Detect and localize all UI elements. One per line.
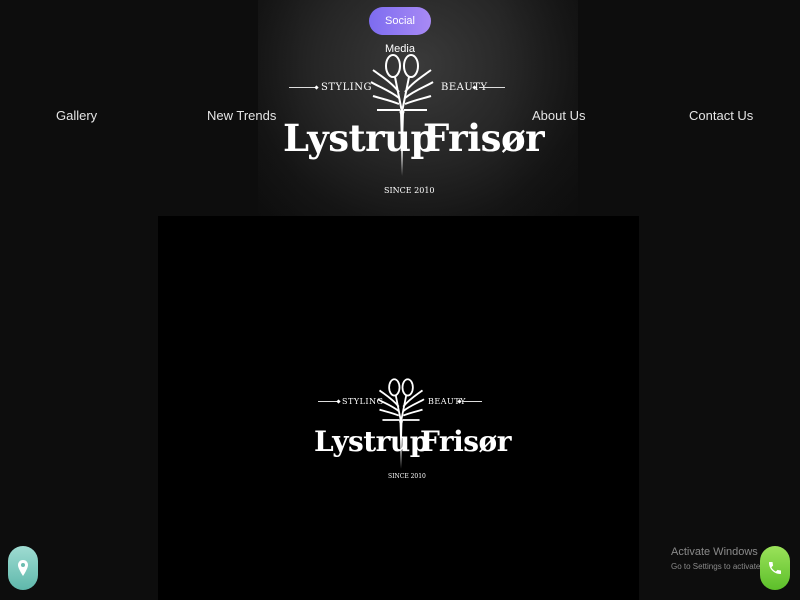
nav-contact-us-link[interactable]: Contact Us xyxy=(689,108,753,123)
logo-rule-right xyxy=(462,401,482,402)
logo-dot-left xyxy=(336,399,341,404)
logo-rule-left xyxy=(318,401,338,402)
logo-brand-lystrup: Lystrup xyxy=(314,425,429,458)
phone-call-button[interactable] xyxy=(760,546,790,590)
logo-brand-lystrup: Lystrup xyxy=(283,116,436,160)
logo-since: SINCE 2010 xyxy=(384,186,435,195)
logo-rule-right xyxy=(479,87,505,88)
logo-since: SINCE 2010 xyxy=(388,473,426,480)
social-media-button[interactable]: Social Media xyxy=(369,7,431,55)
map-pin-icon xyxy=(18,560,28,576)
logo-brand-frisor: Frisør xyxy=(420,425,511,458)
content-panel: STYLING BEAUTY Lystrup Frisør SINCE 2010 xyxy=(158,216,639,600)
logo-dot-left xyxy=(314,85,319,90)
logo-brand-frisor: Frisør xyxy=(423,116,545,160)
logo-tag-styling: STYLING xyxy=(321,82,372,93)
header-logo[interactable]: STYLING BEAUTY Lystrup Frisør SINCE 2010 xyxy=(283,52,545,200)
content-logo: STYLING BEAUTY Lystrup Frisør SINCE 2010 xyxy=(314,377,511,487)
nav-new-trends-link[interactable]: New Trends xyxy=(207,108,276,123)
nav-gallery-link[interactable]: Gallery xyxy=(56,108,97,123)
phone-icon xyxy=(769,562,781,574)
location-button[interactable] xyxy=(8,546,38,590)
logo-rule-left xyxy=(289,87,315,88)
